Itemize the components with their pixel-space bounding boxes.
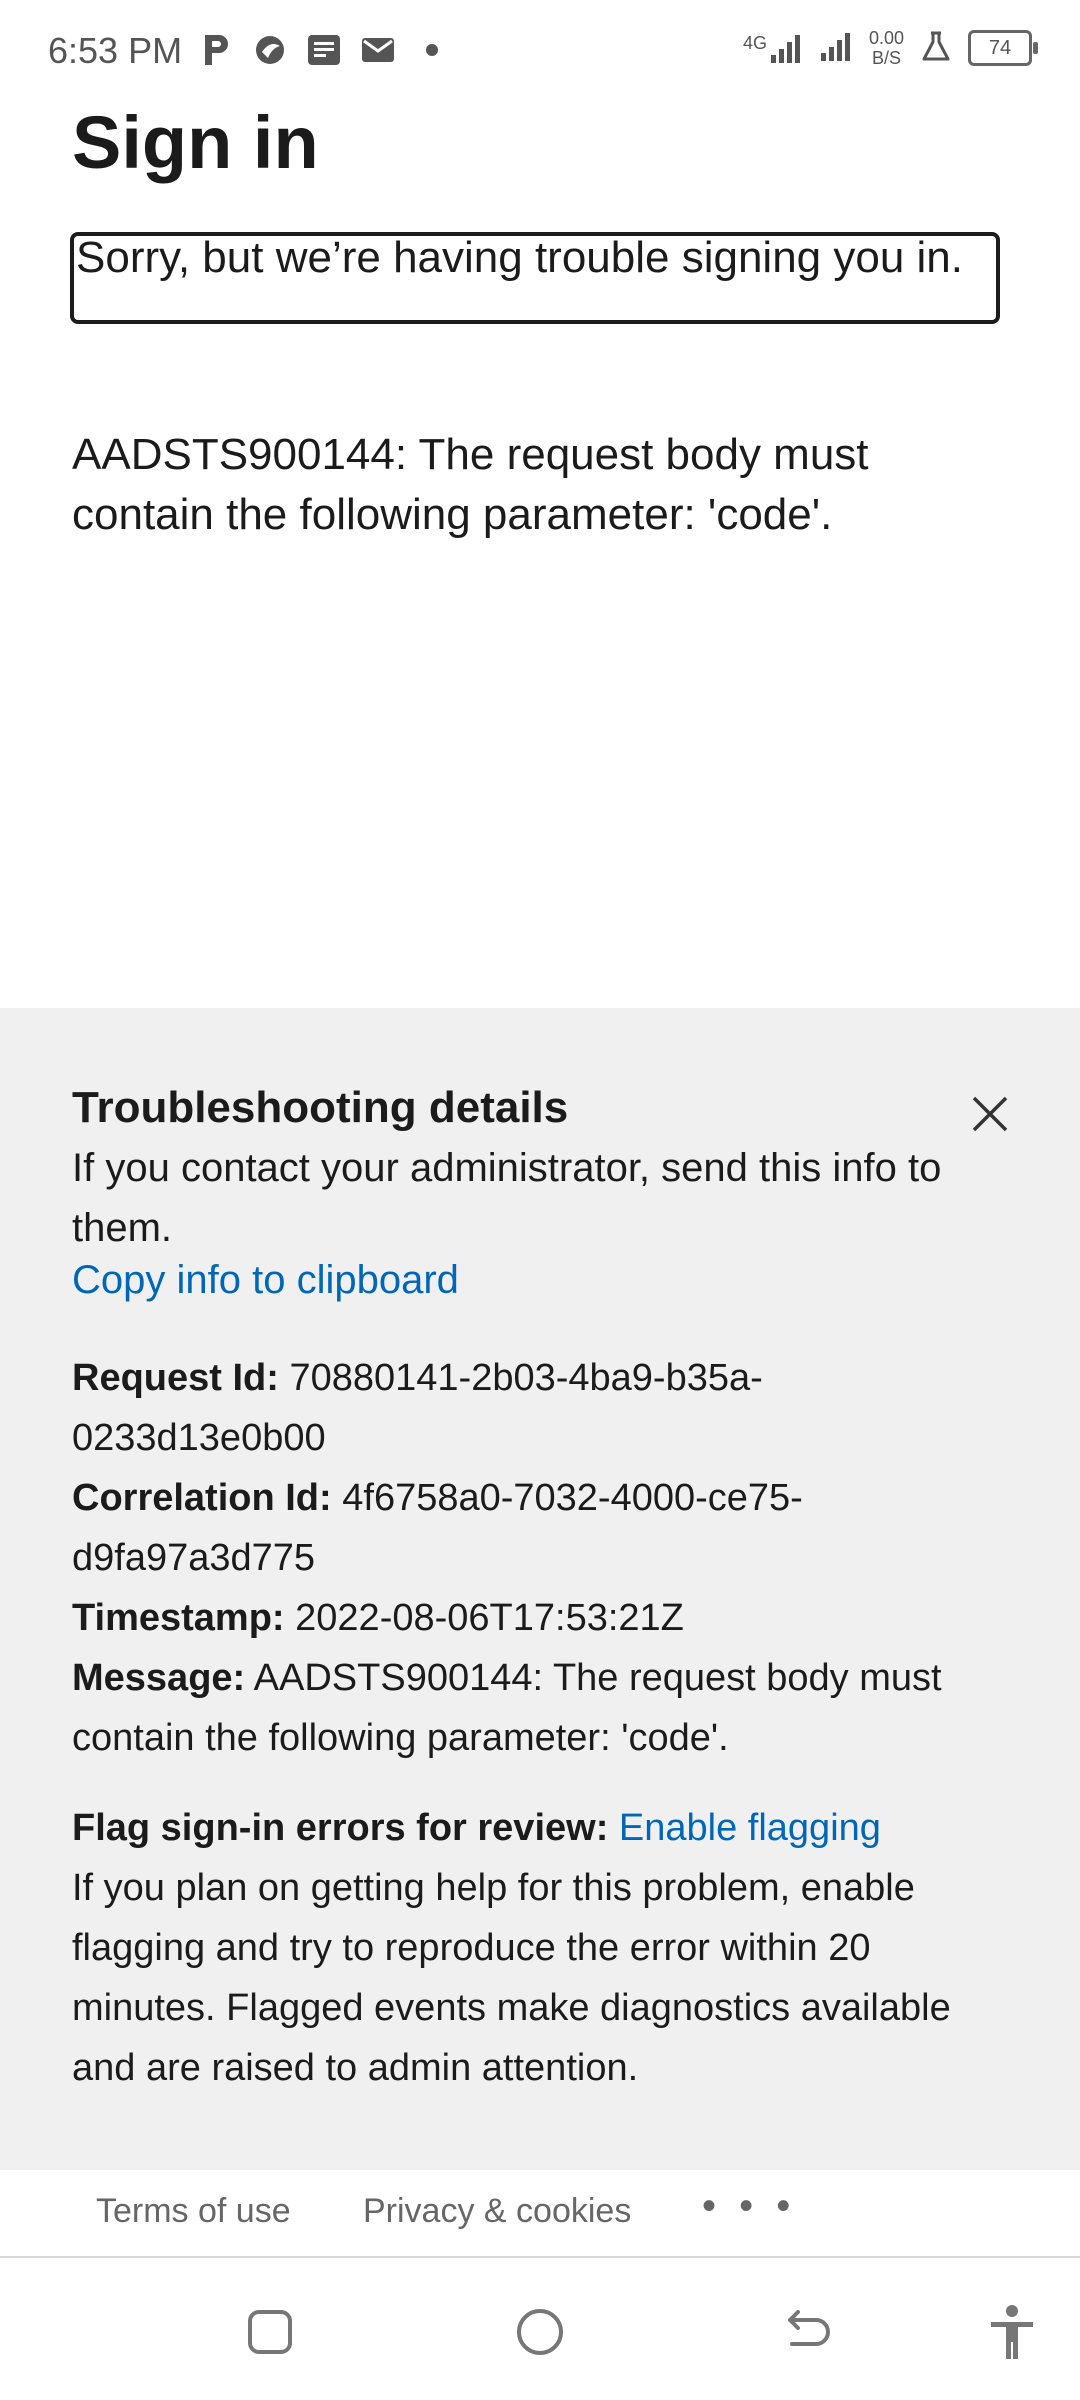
troubleshooting-intro: If you contact your administrator, send … [72, 1146, 942, 1250]
close-icon [972, 1096, 1008, 1132]
square-icon [248, 2310, 292, 2354]
signal-icon [819, 31, 853, 66]
notification-icons [198, 32, 450, 68]
request-id-row: Request Id: 70880141-2b03-4ba9-b35a-0233… [72, 1348, 1002, 1468]
mail-icon [360, 32, 396, 68]
home-button[interactable] [510, 2302, 570, 2362]
flag-label: Flag sign-in errors for review: [72, 1807, 609, 1849]
enable-flagging-link[interactable]: Enable flagging [619, 1807, 881, 1849]
correlation-id-label: Correlation Id: [72, 1477, 332, 1519]
terms-of-use-link[interactable]: Terms of use [96, 2192, 291, 2231]
copy-info-link[interactable]: Copy info to clipboard [72, 1258, 459, 1303]
parking-icon [198, 32, 234, 68]
battery-icon: 74 [968, 30, 1038, 66]
flask-icon [920, 30, 952, 67]
flag-row: Flag sign-in errors for review: Enable f… [72, 1798, 1002, 1858]
privacy-cookies-link[interactable]: Privacy & cookies [363, 2192, 631, 2231]
accessibility-icon [991, 2305, 1033, 2359]
more-options-button[interactable]: • • • [702, 2184, 796, 2229]
request-id-label: Request Id: [72, 1357, 279, 1399]
status-right: 4G 0.00 B/S 74 [743, 28, 1038, 68]
timestamp-label: Timestamp: [72, 1597, 285, 1639]
signal-4g-icon: 4G [743, 33, 803, 63]
flag-section: Flag sign-in errors for review: Enable f… [72, 1798, 1002, 2098]
back-icon [788, 2310, 830, 2346]
circle-icon [517, 2309, 563, 2355]
footer: Terms of use Privacy & cookies • • • [0, 2170, 1080, 2258]
error-box-text: Sorry, but we’re having trouble signing … [76, 233, 964, 282]
battery-level: 74 [988, 36, 1012, 59]
error-box: Sorry, but we’re having trouble signing … [70, 232, 1000, 324]
accessibility-button[interactable] [982, 2302, 1042, 2362]
message-label: Message: [72, 1657, 246, 1699]
recents-button[interactable] [240, 2302, 300, 2362]
flag-description: If you plan on getting help for this pro… [72, 1867, 951, 2089]
troubleshooting-panel: Troubleshooting details If you contact y… [0, 1008, 1080, 2170]
error-message: AADSTS900144: The request body must cont… [72, 430, 869, 539]
back-button[interactable] [778, 2302, 838, 2362]
system-nav-bar [0, 2258, 1080, 2400]
details-list: Request Id: 70880141-2b03-4ba9-b35a-0233… [72, 1348, 1002, 1768]
network-speed: 0.00 B/S [868, 28, 904, 68]
troubleshooting-title: Troubleshooting details [72, 1083, 569, 1132]
correlation-id-row: Correlation Id: 4f6758a0-7032-4000-ce75-… [72, 1468, 1002, 1588]
status-bar: 6:53 PM 4G 0.00 B/S 74 [0, 0, 1080, 100]
page-title: Sign in [72, 101, 319, 184]
network-label: 4G [742, 33, 767, 53]
message-row: Message: AADSTS900144: The request body … [72, 1648, 1002, 1768]
news-icon [306, 32, 342, 68]
timestamp-row: Timestamp: 2022-08-06T17:53:21Z [72, 1588, 1002, 1648]
timestamp-value: 2022-08-06T17:53:21Z [295, 1597, 684, 1639]
dot-icon [414, 32, 450, 68]
bird-icon [252, 32, 288, 68]
close-button[interactable] [966, 1090, 1014, 1138]
status-time: 6:53 PM [48, 30, 183, 71]
